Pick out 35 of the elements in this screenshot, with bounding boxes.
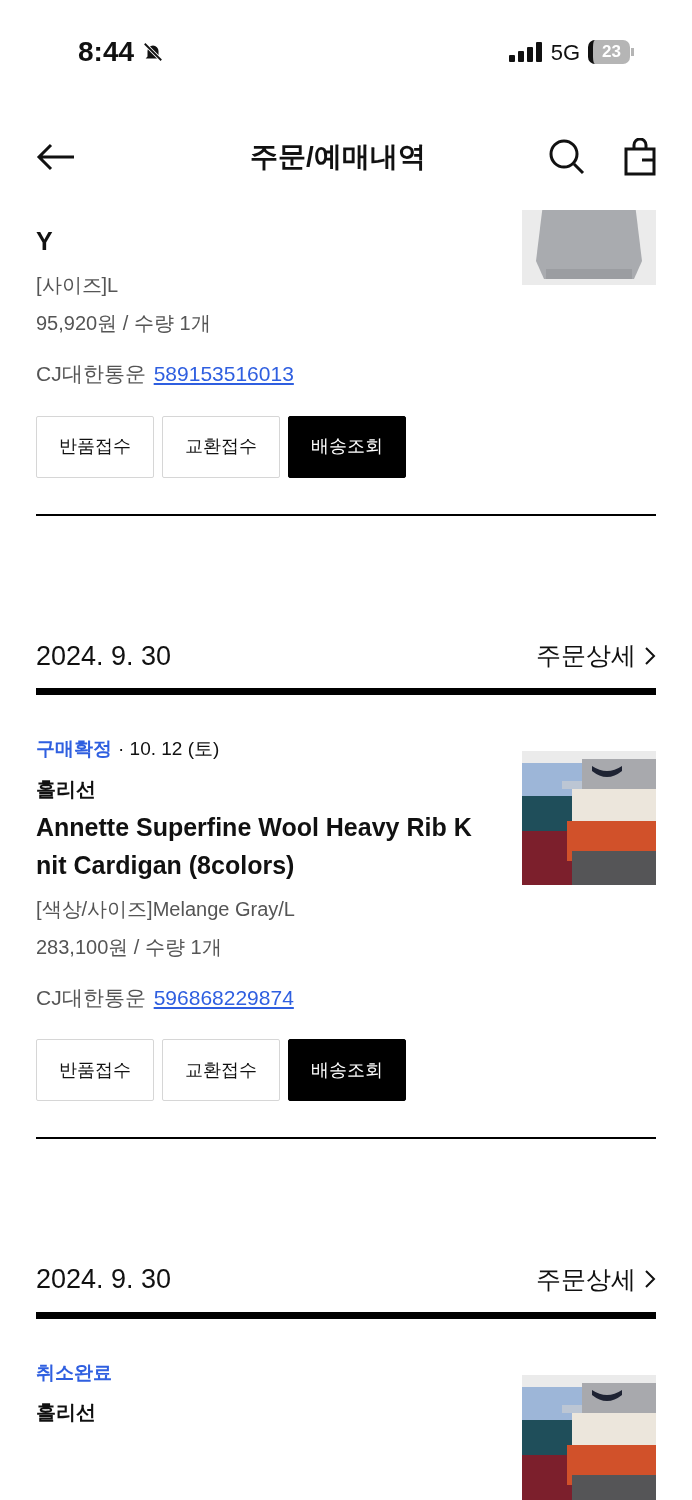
action-button[interactable]: 교환접수	[162, 415, 280, 478]
order-date: 2024. 9. 30	[36, 1263, 172, 1296]
order-detail-link[interactable]: 주문상세	[536, 1260, 656, 1298]
price-quantity: 283,100원 / 수량 1개	[36, 934, 223, 960]
chevron-right-icon	[644, 645, 656, 666]
action-button[interactable]: 교환접수	[162, 1039, 280, 1101]
product-title: Y	[36, 226, 54, 257]
search-icon[interactable]	[548, 138, 586, 176]
courier-name: CJ대한통운	[36, 361, 146, 387]
action-button[interactable]: 반품접수	[36, 1039, 154, 1101]
price-quantity: 95,920원 / 수량 1개	[36, 311, 212, 336]
order-detail-link[interactable]: 주문상세	[536, 637, 656, 675]
network-label: 5G	[550, 38, 580, 67]
clock: 8:44	[78, 35, 135, 69]
product-option: [색상/사이즈]Melange Gray/L	[36, 893, 486, 924]
bell-muted-icon	[142, 41, 165, 63]
signal-icon	[508, 42, 543, 62]
chevron-right-icon	[644, 1269, 656, 1290]
brand-name: 홀리선	[36, 1400, 97, 1425]
order-status: 구매확정	[36, 737, 112, 761]
product-title: Annette Superfine Wool Heavy Rib Knit Cardigan (8colors)	[36, 811, 473, 881]
shopping-bag-icon[interactable]	[624, 138, 656, 176]
order-date: 2024. 9. 30	[36, 639, 172, 673]
action-button[interactable]: 배송조회	[288, 1039, 406, 1101]
tracking-number-link[interactable]: 589153516013	[153, 358, 294, 390]
action-button[interactable]: 반품접수	[36, 415, 154, 478]
order-status: 취소완료	[36, 1360, 112, 1385]
page-title: 주문/예매내역	[250, 140, 426, 174]
tracking-number-link[interactable]: 596868229874	[153, 981, 294, 1013]
back-arrow-icon[interactable]	[36, 143, 76, 171]
product-option: [사이즈]L	[36, 270, 486, 300]
status-date: · 10. 12 (토)	[118, 737, 220, 761]
action-button[interactable]: 배송조회	[288, 415, 406, 478]
brand-name: 홀리선	[36, 776, 97, 802]
courier-name: CJ대한통운	[36, 984, 146, 1011]
